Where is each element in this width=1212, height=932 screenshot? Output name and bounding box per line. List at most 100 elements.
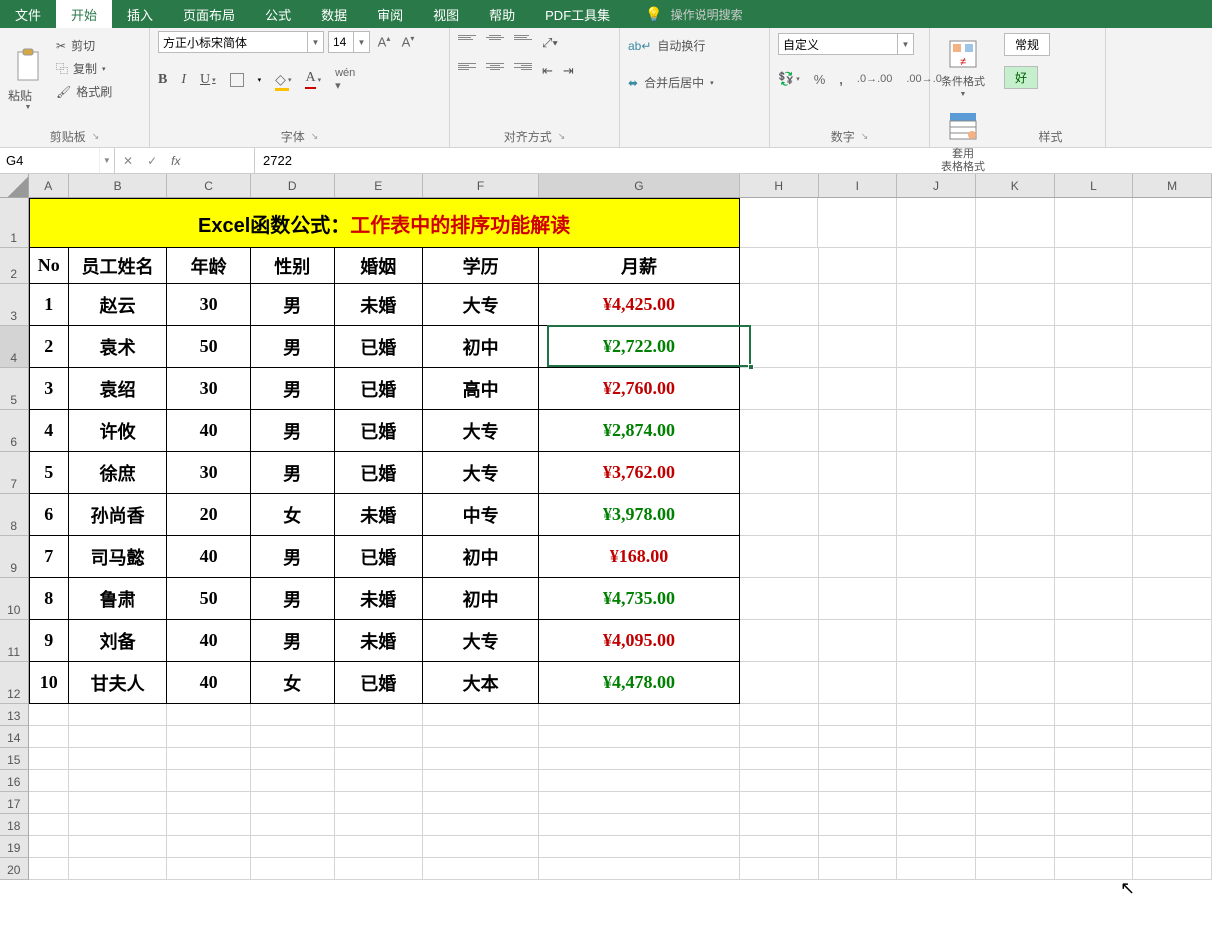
header-cell[interactable]: 学历 <box>423 248 539 284</box>
cell[interactable] <box>819 792 898 814</box>
header-cell[interactable]: 婚姻 <box>335 248 424 284</box>
font-color-button[interactable]: A▾ <box>305 70 321 89</box>
cell[interactable] <box>423 770 539 792</box>
cell[interactable] <box>819 836 898 858</box>
cell[interactable] <box>1055 748 1134 770</box>
data-cell[interactable] <box>897 578 976 620</box>
data-cell[interactable] <box>740 326 819 368</box>
expand-icon[interactable]: ↘ <box>861 131 869 142</box>
col-header-E[interactable]: E <box>335 174 424 197</box>
data-cell[interactable] <box>1055 620 1134 662</box>
cell[interactable] <box>897 814 976 836</box>
cell[interactable] <box>167 792 251 814</box>
data-cell[interactable] <box>897 620 976 662</box>
cell[interactable] <box>29 814 69 836</box>
data-cell[interactable]: 30 <box>167 284 251 326</box>
col-header-K[interactable]: K <box>976 174 1055 197</box>
cell[interactable] <box>167 748 251 770</box>
increase-font-button[interactable]: A▴ <box>374 34 394 49</box>
align-right-button[interactable] <box>514 63 532 77</box>
conditional-format-button[interactable]: ≠ 条件格式 ▼ <box>938 32 988 98</box>
cell[interactable] <box>423 704 539 726</box>
cell[interactable] <box>1055 770 1134 792</box>
data-cell[interactable]: 初中 <box>423 536 539 578</box>
bold-button[interactable]: B <box>158 72 167 88</box>
row-header-19[interactable]: 19 <box>0 836 29 858</box>
data-cell[interactable] <box>897 452 976 494</box>
data-cell[interactable]: ¥4,478.00 <box>539 662 740 704</box>
menu-tab-2[interactable]: 插入 <box>112 0 168 28</box>
data-cell[interactable] <box>740 452 819 494</box>
font-name-combo[interactable]: ▼ <box>158 31 324 53</box>
cell[interactable] <box>740 726 819 748</box>
data-cell[interactable]: 初中 <box>423 326 539 368</box>
data-cell[interactable]: 司马懿 <box>69 536 167 578</box>
cell[interactable] <box>1133 792 1212 814</box>
row-header-6[interactable]: 6 <box>0 410 29 452</box>
data-cell[interactable] <box>1133 326 1212 368</box>
data-cell[interactable] <box>819 410 898 452</box>
data-cell[interactable] <box>740 578 819 620</box>
data-cell[interactable] <box>897 326 976 368</box>
col-header-I[interactable]: I <box>819 174 898 197</box>
data-cell[interactable] <box>1133 662 1212 704</box>
format-as-table-button[interactable]: 套用 表格格式 ▼ <box>938 104 988 183</box>
data-cell[interactable] <box>976 494 1055 536</box>
data-cell[interactable] <box>1133 284 1212 326</box>
fill-color-button[interactable]: ◇▾ <box>275 71 291 88</box>
cell[interactable] <box>1055 792 1134 814</box>
data-cell[interactable] <box>976 368 1055 410</box>
percent-button[interactable]: % <box>814 72 826 87</box>
data-cell[interactable] <box>1133 536 1212 578</box>
header-cell[interactable] <box>976 248 1055 284</box>
menu-tab-7[interactable]: 视图 <box>418 0 474 28</box>
cell[interactable] <box>976 814 1055 836</box>
increase-indent-button[interactable]: ⇥ <box>563 63 574 79</box>
data-cell[interactable]: 9 <box>29 620 69 662</box>
data-cell[interactable]: 6 <box>29 494 69 536</box>
data-cell[interactable] <box>1055 368 1134 410</box>
data-cell[interactable]: ¥2,874.00 <box>539 410 740 452</box>
col-header-J[interactable]: J <box>897 174 976 197</box>
row-header-7[interactable]: 7 <box>0 452 29 494</box>
data-cell[interactable]: ¥3,978.00 <box>539 494 740 536</box>
data-cell[interactable] <box>740 494 819 536</box>
data-cell[interactable] <box>897 284 976 326</box>
cell[interactable] <box>251 792 335 814</box>
cell[interactable] <box>539 770 740 792</box>
cell[interactable] <box>1133 836 1212 858</box>
col-header-L[interactable]: L <box>1055 174 1134 197</box>
number-format-input[interactable] <box>778 33 898 55</box>
format-painter-button[interactable]: 🖌格式刷 <box>56 83 112 100</box>
underline-button[interactable]: U▾ <box>200 72 216 88</box>
data-cell[interactable]: 已婚 <box>335 326 424 368</box>
row-header-1[interactable]: 1 <box>0 198 29 248</box>
cell[interactable] <box>539 704 740 726</box>
cell[interactable] <box>29 792 69 814</box>
cell[interactable] <box>1133 770 1212 792</box>
align-left-button[interactable] <box>458 63 476 77</box>
data-cell[interactable]: 30 <box>167 368 251 410</box>
menu-tab-9[interactable]: PDF工具集 <box>530 0 625 28</box>
data-cell[interactable]: 中专 <box>423 494 539 536</box>
data-cell[interactable]: 已婚 <box>335 410 424 452</box>
cell[interactable] <box>740 198 819 248</box>
chevron-down-icon[interactable]: ▼ <box>898 33 914 55</box>
data-cell[interactable]: 已婚 <box>335 452 424 494</box>
cell[interactable] <box>1055 704 1134 726</box>
cell[interactable] <box>740 704 819 726</box>
cell[interactable] <box>251 726 335 748</box>
decrease-font-button[interactable]: A▾ <box>398 34 418 49</box>
chevron-down-icon[interactable]: ▼ <box>308 31 324 53</box>
data-cell[interactable]: ¥2,722.00 <box>539 326 740 368</box>
data-cell[interactable] <box>1055 662 1134 704</box>
number-format-combo[interactable]: ▼ <box>778 33 914 55</box>
increase-decimal-button[interactable]: .0→.00 <box>857 73 892 85</box>
data-cell[interactable]: 7 <box>29 536 69 578</box>
row-header-13[interactable]: 13 <box>0 704 29 726</box>
accounting-format-button[interactable]: 💱▾ <box>778 71 800 87</box>
data-cell[interactable]: 1 <box>29 284 69 326</box>
cell[interactable] <box>29 748 69 770</box>
cell[interactable] <box>69 770 167 792</box>
cell[interactable] <box>1055 814 1134 836</box>
